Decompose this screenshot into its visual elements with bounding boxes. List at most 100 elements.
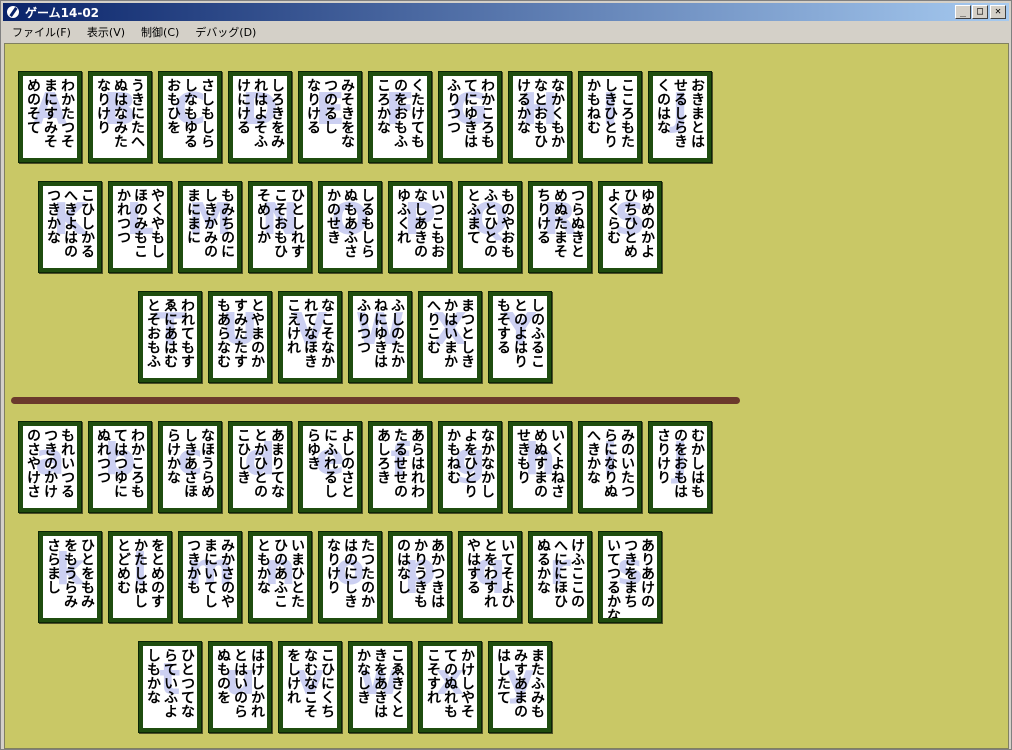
player-card[interactable]: d あまりてな とかひとの こひしき (228, 421, 292, 513)
card-face: e よしのさと にふれるし らゆき (303, 426, 357, 508)
opponent-card[interactable]: F くたけても のをおもふ ころかな (368, 71, 432, 163)
card-face: q いてそよひ とをわすれ やはする (463, 536, 517, 618)
opponent-card[interactable]: G わかころも てにゆきは ふりつつ (438, 71, 502, 163)
opponent-card[interactable]: N ひとしれす こそおもひ そめしか (248, 181, 312, 273)
card-verse-text: まつとしき かはいまか へりこむ (425, 298, 475, 368)
card-verse-text: かけしやそ てのぬれも こそすれ (425, 648, 475, 718)
card-face: S ゆめのかよ ひちひとめ よくらむ (603, 186, 657, 268)
opponent-card[interactable]: J おきまとは せるしらき くのはな (648, 71, 712, 163)
card-verse-text: ひとをもみ をもうらみ さらまし (45, 538, 95, 608)
player-card[interactable]: n いまひとた ひのあふこ ともかな (248, 531, 312, 623)
card-verse-text: つらぬきと めぬたまそ ちりける (535, 188, 585, 258)
card-face: K こひしかる へきよはの つきかな (43, 186, 97, 268)
opponent-card[interactable]: K こひしかる へきよはの つきかな (38, 181, 102, 273)
player-card[interactable]: p あかつきは かりうきも のはなし (388, 531, 452, 623)
player-card[interactable]: e よしのさと にふれるし らゆき (298, 421, 362, 513)
player-card[interactable]: j むかしはも のをおもは さりけり (648, 421, 712, 513)
card-face: M もみちのに しきかみの まにまに (183, 186, 237, 268)
card-verse-text: むかしはも のをおもは さりけり (655, 428, 705, 498)
player-card[interactable]: b わかころも てはつゆに ぬれつつ (88, 421, 152, 513)
player-card[interactable]: k ひとをもみ をもうらみ さらまし (38, 531, 102, 623)
card-verse-text: ひとしれす こそおもひ そめしか (255, 188, 305, 258)
menu-debug[interactable]: デバッグ(D) (195, 24, 256, 40)
card-face: y またふみも みすあまの はしたて (493, 646, 547, 728)
card-face: g なかなかし よをひとり かもねむ (443, 426, 497, 508)
card-verse-text: われてもす ゑにあはむ とそおもふ (145, 298, 195, 368)
opponent-card[interactable]: V なこそなか れてなほき こえけれ (278, 291, 342, 383)
opponent-card[interactable]: R つらぬきと めぬたまそ ちりける (528, 181, 592, 273)
player-card[interactable]: r けふここの へににほひ ぬるかな (528, 531, 592, 623)
opponent-card[interactable]: W ふしのたか ねにゆきは ふりつつ (348, 291, 412, 383)
opponent-card[interactable]: X まつとしき かはいまか へりこむ (418, 291, 482, 383)
opponent-card[interactable]: M もみちのに しきかみの まにまに (178, 181, 242, 273)
player-card[interactable]: o たつたのか はのにしき なりけり (318, 531, 382, 623)
player-card[interactable]: a もれいつる つきのかけ のさやけさ (18, 421, 82, 513)
card-verse-text: いてそよひ とをわすれ やはする (465, 538, 515, 608)
player-card[interactable]: v こひにくち なむなこそ をしけれ (278, 641, 342, 733)
card-face: d あまりてな とかひとの こひしき (233, 426, 287, 508)
menu-bar: ファイル(F) 表示(V) 制御(C) デバッグ(D) (3, 22, 1009, 41)
player-card[interactable]: l をとめのす かたしはし とどめむ (108, 531, 172, 623)
field-divider (11, 397, 740, 404)
player-card[interactable]: s ありあけの つきをまち いてつるかな (598, 531, 662, 623)
player-card[interactable]: i みのいたつ らになりぬ へきかな (578, 421, 642, 513)
card-verse-text: こころもた しきひとり かもねむ (585, 78, 635, 148)
card-face: o たつたのか はのにしき なりけり (323, 536, 377, 618)
minimize-button[interactable]: _ (955, 5, 971, 19)
card-face: O しるもしら ぬもあふさ かのせき (323, 186, 377, 268)
opponent-card[interactable]: U とやまのか すみたたす もあらなむ (208, 291, 272, 383)
menu-file[interactable]: ファイル(F) (12, 24, 71, 40)
card-verse-text: ふしのたか ねにゆきは ふりつつ (355, 298, 405, 368)
maximize-button[interactable]: □ (972, 5, 988, 19)
player-card[interactable]: x かけしやそ てのぬれも こそすれ (418, 641, 482, 733)
player-card[interactable]: q いてそよひ とをわすれ やはする (458, 531, 522, 623)
card-face: R つらぬきと めぬたまそ ちりける (533, 186, 587, 268)
player-card[interactable]: w こゑきくと きをあきは かなしき (348, 641, 412, 733)
player-card[interactable]: g なかなかし よをひとり かもねむ (438, 421, 502, 513)
card-face: u はけしかれ とはいのら ぬものを (213, 646, 267, 728)
opponent-card[interactable]: Q ものやおも ふとひとの とふまて (458, 181, 522, 273)
card-face: j むかしはも のをおもは さりけり (653, 426, 707, 508)
card-verse-text: なほうらめ しきあさほ らけかな (165, 428, 215, 498)
player-card[interactable]: y またふみも みすあまの はしたて (488, 641, 552, 733)
opponent-card[interactable]: A わかたつそ まにすみそ めのそて (18, 71, 82, 163)
player-card[interactable]: t ひとつてな らていふよ しもかな (138, 641, 202, 733)
card-face: h いくよねさ めぬすまの せきもり (513, 426, 567, 508)
card-verse-text: ものやおも ふとひとの とふまて (465, 188, 515, 258)
player-card[interactable]: f あらはれわ たるせせの あしろき (368, 421, 432, 513)
card-verse-text: わかたつそ まにすみそ めのそて (25, 78, 75, 148)
card-face: p あかつきは かりうきも のはなし (393, 536, 447, 618)
card-verse-text: わかころも てにゆきは ふりつつ (445, 78, 495, 148)
card-verse-text: みかさのや まにいてし つきかも (185, 538, 235, 608)
card-face: X まつとしき かはいまか へりこむ (423, 296, 477, 378)
player-card[interactable]: c なほうらめ しきあさほ らけかな (158, 421, 222, 513)
opponent-card[interactable]: D しろきをみ れはよそふ けにける (228, 71, 292, 163)
menu-view[interactable]: 表示(V) (87, 24, 125, 40)
player-card[interactable]: u はけしかれ とはいのら ぬものを (208, 641, 272, 733)
menu-control[interactable]: 制御(C) (141, 24, 179, 40)
card-verse-text: こひにくち なむなこそ をしけれ (285, 648, 335, 718)
card-verse-text: わかころも てはつゆに ぬれつつ (95, 428, 145, 498)
card-face: F くたけても のをおもふ ころかな (373, 76, 427, 158)
card-face: x かけしやそ てのぬれも こそすれ (423, 646, 477, 728)
player-card[interactable]: h いくよねさ めぬすまの せきもり (508, 421, 572, 513)
card-verse-text: しろきをみ れはよそふ けにける (235, 78, 285, 148)
opponent-card[interactable]: T われてもす ゑにあはむ とそおもふ (138, 291, 202, 383)
opponent-card[interactable]: H なかくもか なとおもひ けるかな (508, 71, 572, 163)
opponent-card[interactable]: S ゆめのかよ ひちひとめ よくらむ (598, 181, 662, 273)
card-verse-text: いまひとた ひのあふこ ともかな (255, 538, 305, 608)
opponent-card[interactable]: B うきにたへ ぬはなみた なりけり (88, 71, 152, 163)
opponent-card[interactable]: O しるもしら ぬもあふさ かのせき (318, 181, 382, 273)
opponent-card[interactable]: C さしもしら しなもゆる おもひを (158, 71, 222, 163)
opponent-card[interactable]: L やくやもし ほのみもこ かれつつ (108, 181, 172, 273)
opponent-card[interactable]: E みそきをな つのるし なりける (298, 71, 362, 163)
card-verse-text: みそきをな つのるし なりける (305, 78, 355, 148)
opponent-card[interactable]: I こころもた しきひとり かもねむ (578, 71, 642, 163)
card-face: L やくやもし ほのみもこ かれつつ (113, 186, 167, 268)
card-verse-text: ひとつてな らていふよ しもかな (145, 648, 195, 718)
opponent-card[interactable]: Y しのふるこ とのよはり もそする (488, 291, 552, 383)
close-button[interactable]: ✕ (990, 5, 1006, 19)
title-bar[interactable]: ゲーム14-02 _ □ ✕ (3, 3, 1009, 21)
opponent-card[interactable]: P いつこもお なしあきの ゆふくれ (388, 181, 452, 273)
player-card[interactable]: m みかさのや まにいてし つきかも (178, 531, 242, 623)
